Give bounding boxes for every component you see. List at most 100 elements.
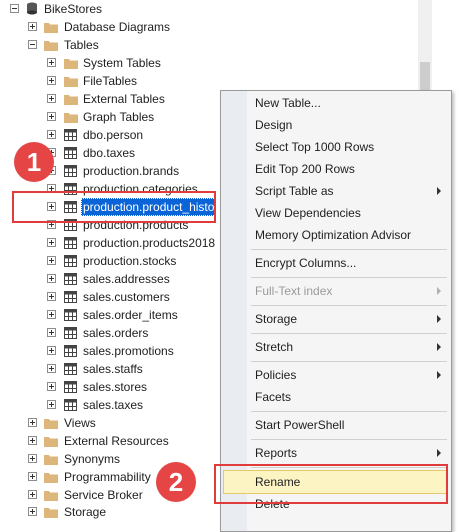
tree-label: External Tables [83, 92, 165, 106]
table-icon [64, 308, 78, 321]
menu-separator [251, 249, 447, 250]
menu-item-facets[interactable]: Facets [255, 387, 291, 407]
expand-toggle[interactable] [28, 418, 37, 427]
tree-label: sales.orders [83, 326, 149, 340]
menu-item-stretch[interactable]: Stretch [255, 337, 293, 357]
table-icon [64, 164, 78, 177]
expand-toggle[interactable] [47, 400, 56, 409]
collapse-toggle[interactable] [10, 4, 19, 13]
expand-toggle[interactable] [28, 454, 37, 463]
folder-icon [44, 38, 58, 51]
tree-label: Database Diagrams [64, 20, 171, 34]
tree-node-tables[interactable]: Tables [0, 36, 410, 54]
menu-item-reports[interactable]: Reports [255, 443, 297, 463]
expand-toggle[interactable] [47, 292, 56, 301]
tree-node-database-diagrams[interactable]: Database Diagrams [0, 18, 410, 36]
menu-separator [251, 439, 447, 440]
menu-separator [251, 361, 447, 362]
submenu-arrow-icon [437, 371, 441, 379]
expand-toggle[interactable] [28, 507, 37, 516]
expand-toggle[interactable] [28, 472, 37, 481]
expand-toggle[interactable] [47, 94, 56, 103]
tree-label: Programmability [64, 470, 151, 484]
tree-label: External Resources [64, 434, 169, 448]
expand-toggle[interactable] [47, 382, 56, 391]
tree-label: sales.customers [83, 290, 170, 304]
tree-label: production.brands [83, 164, 180, 178]
submenu-arrow-icon [437, 449, 441, 457]
tree-label: sales.order_items [83, 308, 178, 322]
menu-item-select-top-1000[interactable]: Select Top 1000 Rows [255, 137, 374, 157]
menu-item-script-table-as[interactable]: Script Table as [255, 181, 334, 201]
submenu-arrow-icon [437, 315, 441, 323]
menu-item-view-dependencies[interactable]: View Dependencies [255, 203, 361, 223]
submenu-arrow-icon [437, 187, 441, 195]
step-badge: 2 [156, 462, 196, 502]
tree-label: Synonyms [64, 452, 121, 466]
tree-label: production.stocks [83, 254, 177, 268]
submenu-arrow-icon [437, 287, 441, 295]
menu-item-storage[interactable]: Storage [255, 309, 297, 329]
expand-toggle[interactable] [47, 274, 56, 283]
tree-label: FileTables [83, 74, 138, 88]
menu-separator [251, 277, 447, 278]
expand-toggle[interactable] [47, 76, 56, 85]
expand-toggle[interactable] [28, 490, 37, 499]
tree-label: sales.addresses [83, 272, 170, 286]
tree-node-filetables[interactable]: FileTables [0, 72, 410, 90]
table-icon [64, 362, 78, 375]
expand-toggle[interactable] [47, 256, 56, 265]
menu-item-memory-optimization-advisor[interactable]: Memory Optimization Advisor [255, 225, 411, 245]
tree-label: BikeStores [44, 2, 103, 16]
table-icon [64, 272, 78, 285]
expand-toggle[interactable] [47, 238, 56, 247]
tree-label: dbo.taxes [83, 146, 136, 160]
expand-toggle[interactable] [47, 364, 56, 373]
table-icon [64, 290, 78, 303]
tree-label: sales.promotions [83, 344, 174, 358]
expand-toggle[interactable] [28, 22, 37, 31]
folder-icon [44, 488, 58, 501]
table-icon [64, 380, 78, 393]
expand-toggle[interactable] [47, 58, 56, 67]
menu-item-new-table[interactable]: New Table... [255, 93, 321, 113]
tree-label: sales.stores [83, 380, 148, 394]
expand-toggle[interactable] [47, 346, 56, 355]
tree-label: dbo.person [83, 128, 144, 142]
folder-icon [44, 470, 58, 483]
tree-label: System Tables [83, 56, 161, 70]
menu-item-full-text-index: Full-Text index [255, 284, 333, 298]
folder-icon [64, 110, 78, 123]
tree-label: production.products2018 [83, 236, 216, 250]
expand-toggle[interactable] [28, 436, 37, 445]
tree-label: sales.staffs [83, 362, 143, 376]
table-icon [64, 344, 78, 357]
folder-icon [44, 452, 58, 465]
tree-label: Tables [64, 38, 99, 52]
annotation-highlight-box [214, 464, 448, 504]
menu-item-policies[interactable]: Policies [255, 365, 296, 385]
submenu-arrow-icon [437, 343, 441, 351]
tree-label: Graph Tables [83, 110, 155, 124]
menu-item-edit-top-200[interactable]: Edit Top 200 Rows [255, 159, 355, 179]
collapse-toggle[interactable] [28, 40, 37, 49]
annotation-highlight-box [12, 191, 216, 223]
tree-node-bikestores[interactable]: BikeStores [0, 0, 410, 18]
folder-icon [44, 416, 58, 429]
menu-item-encrypt-columns[interactable]: Encrypt Columns... [255, 253, 356, 273]
tree-node-system-tables[interactable]: System Tables [0, 54, 410, 72]
menu-separator [251, 333, 447, 334]
table-icon [64, 398, 78, 411]
menu-item-design[interactable]: Design [255, 115, 292, 135]
folder-icon [44, 20, 58, 33]
menu-item-start-powershell[interactable]: Start PowerShell [255, 415, 344, 435]
expand-toggle[interactable] [47, 328, 56, 337]
folder-icon [44, 505, 58, 518]
tree-label: sales.taxes [83, 398, 144, 412]
expand-toggle[interactable] [47, 310, 56, 319]
expand-toggle[interactable] [47, 112, 56, 121]
menu-separator [251, 305, 447, 306]
menu-separator [251, 411, 447, 412]
table-icon [64, 146, 78, 159]
expand-toggle[interactable] [47, 130, 56, 139]
